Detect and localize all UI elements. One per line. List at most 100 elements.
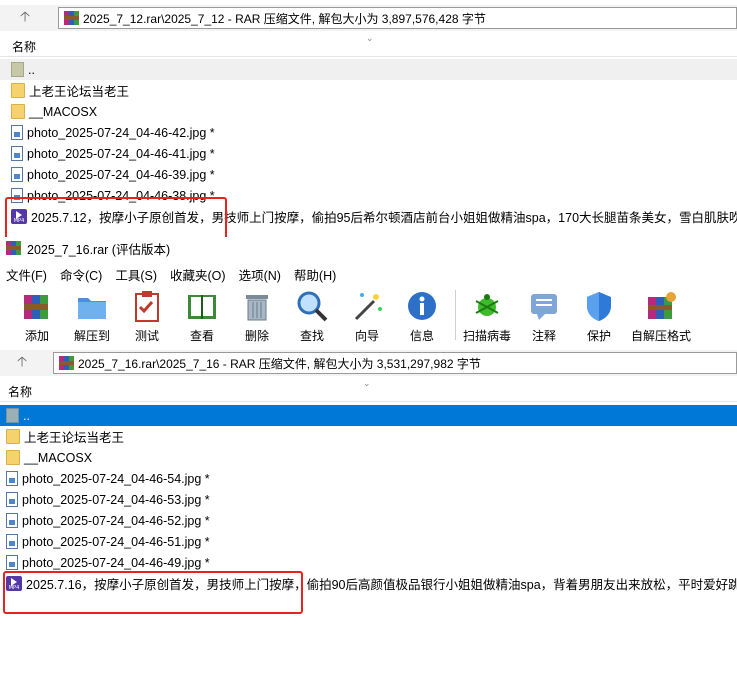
view-book-icon <box>185 289 219 323</box>
menu-item-5[interactable]: 帮助(H) <box>294 265 336 284</box>
list-item-file[interactable]: photo_2025-07-24_04-46-41.jpg * <box>0 143 737 164</box>
toolbar-button-label: 自解压格式 <box>631 329 692 343</box>
file-name: .. <box>28 62 35 77</box>
toolbar-button-label: 扫描病毒 <box>462 329 511 343</box>
column-name-label: 名称 <box>12 39 37 54</box>
jpg-file-icon <box>6 492 18 507</box>
list-item-parent[interactable]: .. <box>0 405 737 426</box>
list-item-file[interactable]: photo_2025-07-24_04-46-54.jpg * <box>0 468 737 489</box>
list-item-folder[interactable]: __MACOSX <box>0 447 737 468</box>
list-item-folder[interactable]: __MACOSX <box>0 101 737 122</box>
column-name-label: 名称 <box>8 384 33 399</box>
jpg-file-icon <box>11 125 23 140</box>
toolbar-button-8[interactable]: 扫描病毒 <box>459 287 515 345</box>
toolbar-button-10[interactable]: 保护 <box>571 287 627 345</box>
toolbar-button-1[interactable]: 解压到 <box>64 287 120 345</box>
column-header-name[interactable]: 名称 ⌄ <box>0 378 737 402</box>
protect-shield-icon <box>582 289 616 323</box>
sort-chevron-icon: ⌄ <box>363 378 371 388</box>
delete-trash-icon <box>240 289 274 323</box>
archive-path-text: 2025_7_12.rar\2025_7_12 - RAR 压缩文件, 解包大小… <box>83 11 486 26</box>
sfx-archive-icon <box>644 289 678 323</box>
jpg-file-icon <box>11 146 23 161</box>
jpg-file-icon <box>11 188 23 203</box>
list-item-parent[interactable]: .. <box>0 59 737 80</box>
list-item-file[interactable]: photo_2025-07-24_04-46-53.jpg * <box>0 489 737 510</box>
jpg-file-icon <box>6 513 18 528</box>
file-name: photo_2025-07-24_04-46-49.jpg * <box>22 555 210 570</box>
toolbar-button-7[interactable]: 信息 <box>394 287 450 345</box>
list-item-file[interactable]: photo_2025-07-24_04-46-52.jpg * <box>0 510 737 531</box>
toolbar-button-label: 解压到 <box>73 329 110 343</box>
up-arrow-icon[interactable]: 🡡 <box>12 353 32 373</box>
winrar-app-icon <box>6 241 21 255</box>
toolbar-button-label: 查看 <box>189 329 214 343</box>
toolbar-button-label: 删除 <box>244 329 269 343</box>
test-clipboard-icon <box>130 289 164 323</box>
column-header-name[interactable]: 名称 ⌄ <box>0 33 737 57</box>
folder-icon <box>11 104 25 119</box>
list-item-file[interactable]: 2025.7.12，按摩小子原创首发，男技师上门按摩，偷拍95后希尔顿酒店前台小… <box>0 206 737 227</box>
toolbar-button-9[interactable]: 注释 <box>516 287 572 345</box>
file-name: photo_2025-07-24_04-46-42.jpg * <box>27 125 215 140</box>
jpg-file-icon <box>6 534 18 549</box>
rar-archive-icon <box>64 11 79 25</box>
toolbar-button-5[interactable]: 查找 <box>284 287 340 345</box>
toolbar-button-11[interactable]: 自解压格式 <box>631 287 692 345</box>
toolbar-button-label: 注释 <box>531 329 556 343</box>
file-name: photo_2025-07-24_04-46-38.jpg * <box>27 188 215 203</box>
file-name: 2025.7.16，按摩小子原创首发，男技师上门按摩，偷拍90后高颜值极品银行小… <box>26 578 737 592</box>
comment-icon <box>527 289 561 323</box>
window-title: 2025_7_16.rar (评估版本) <box>27 242 171 257</box>
jpg-file-icon <box>6 555 18 570</box>
toolbar-button-2[interactable]: 测试 <box>119 287 175 345</box>
menu-item-0[interactable]: 文件(F) <box>6 265 47 284</box>
list-item-file[interactable]: photo_2025-07-24_04-46-42.jpg * <box>0 122 737 143</box>
file-name: 2025.7.12，按摩小子原创首发，男技师上门按摩，偷拍95后希尔顿酒店前台小… <box>31 211 737 225</box>
toolbar-separator <box>455 290 456 340</box>
menu-item-2[interactable]: 工具(S) <box>115 265 157 284</box>
list-item-folder[interactable]: 上老王论坛当老王 <box>0 80 737 101</box>
virus-scan-icon <box>470 289 504 323</box>
menu-bar: 文件(F) 命令(C) 工具(S) 收藏夹(O) 选项(N) 帮助(H) <box>0 264 737 284</box>
list-item-file[interactable]: photo_2025-07-24_04-46-51.jpg * <box>0 531 737 552</box>
toolbar-button-0[interactable]: 添加 <box>9 287 65 345</box>
file-name: photo_2025-07-24_04-46-51.jpg * <box>22 534 210 549</box>
info-icon <box>405 289 439 323</box>
folder-icon <box>6 450 20 465</box>
file-name: __MACOSX <box>24 450 93 465</box>
list-item-file[interactable]: 2025.7.16，按摩小子原创首发，男技师上门按摩，偷拍90后高颜值极品银行小… <box>0 573 737 594</box>
sort-chevron-icon: ⌄ <box>366 33 374 43</box>
toolbar-button-3[interactable]: 查看 <box>174 287 230 345</box>
toolbar-button-label: 添加 <box>24 329 49 343</box>
path-field[interactable]: 2025_7_16.rar\2025_7_16 - RAR 压缩文件, 解包大小… <box>53 352 737 374</box>
rar-archive-icon <box>59 356 74 370</box>
toolbar: 添加 解压到 测试 查看 删除 查找 向导 信息 扫描病毒 注释 保护 自解压格式 <box>0 285 737 347</box>
toolbar-button-4[interactable]: 删除 <box>229 287 285 345</box>
menu-item-4[interactable]: 选项(N) <box>239 265 281 284</box>
jpg-file-icon <box>6 471 18 486</box>
file-name: photo_2025-07-24_04-46-53.jpg * <box>22 492 210 507</box>
file-name: photo_2025-07-24_04-46-54.jpg * <box>22 471 210 486</box>
path-field[interactable]: 2025_7_12.rar\2025_7_12 - RAR 压缩文件, 解包大小… <box>58 7 737 29</box>
mp4-video-icon <box>6 576 22 591</box>
archive-window-2025-7-12: 🡡 2025_7_12.rar\2025_7_12 - RAR 压缩文件, 解包… <box>0 0 737 232</box>
address-bar: 🡡 2025_7_16.rar\2025_7_16 - RAR 压缩文件, 解包… <box>0 350 737 376</box>
toolbar-button-label: 查找 <box>299 329 324 343</box>
list-item-file[interactable]: photo_2025-07-24_04-46-38.jpg * <box>0 185 737 206</box>
list-item-file[interactable]: photo_2025-07-24_04-46-39.jpg * <box>0 164 737 185</box>
add-archive-icon <box>20 289 54 323</box>
list-item-file[interactable]: photo_2025-07-24_04-46-49.jpg * <box>0 552 737 573</box>
file-name: 上老王论坛当老王 <box>24 431 125 445</box>
up-arrow-icon[interactable]: 🡡 <box>15 8 35 28</box>
toolbar-button-6[interactable]: 向导 <box>339 287 395 345</box>
file-name: photo_2025-07-24_04-46-39.jpg * <box>27 167 215 182</box>
extract-to-folder-icon <box>75 289 109 323</box>
menu-item-3[interactable]: 收藏夹(O) <box>170 265 226 284</box>
list-item-folder[interactable]: 上老王论坛当老王 <box>0 426 737 447</box>
archive-path-text: 2025_7_16.rar\2025_7_16 - RAR 压缩文件, 解包大小… <box>78 356 481 371</box>
menu-item-1[interactable]: 命令(C) <box>60 265 102 284</box>
folder-icon <box>6 429 20 444</box>
parent-folder-icon <box>6 408 19 423</box>
mp4-video-icon <box>11 209 27 224</box>
